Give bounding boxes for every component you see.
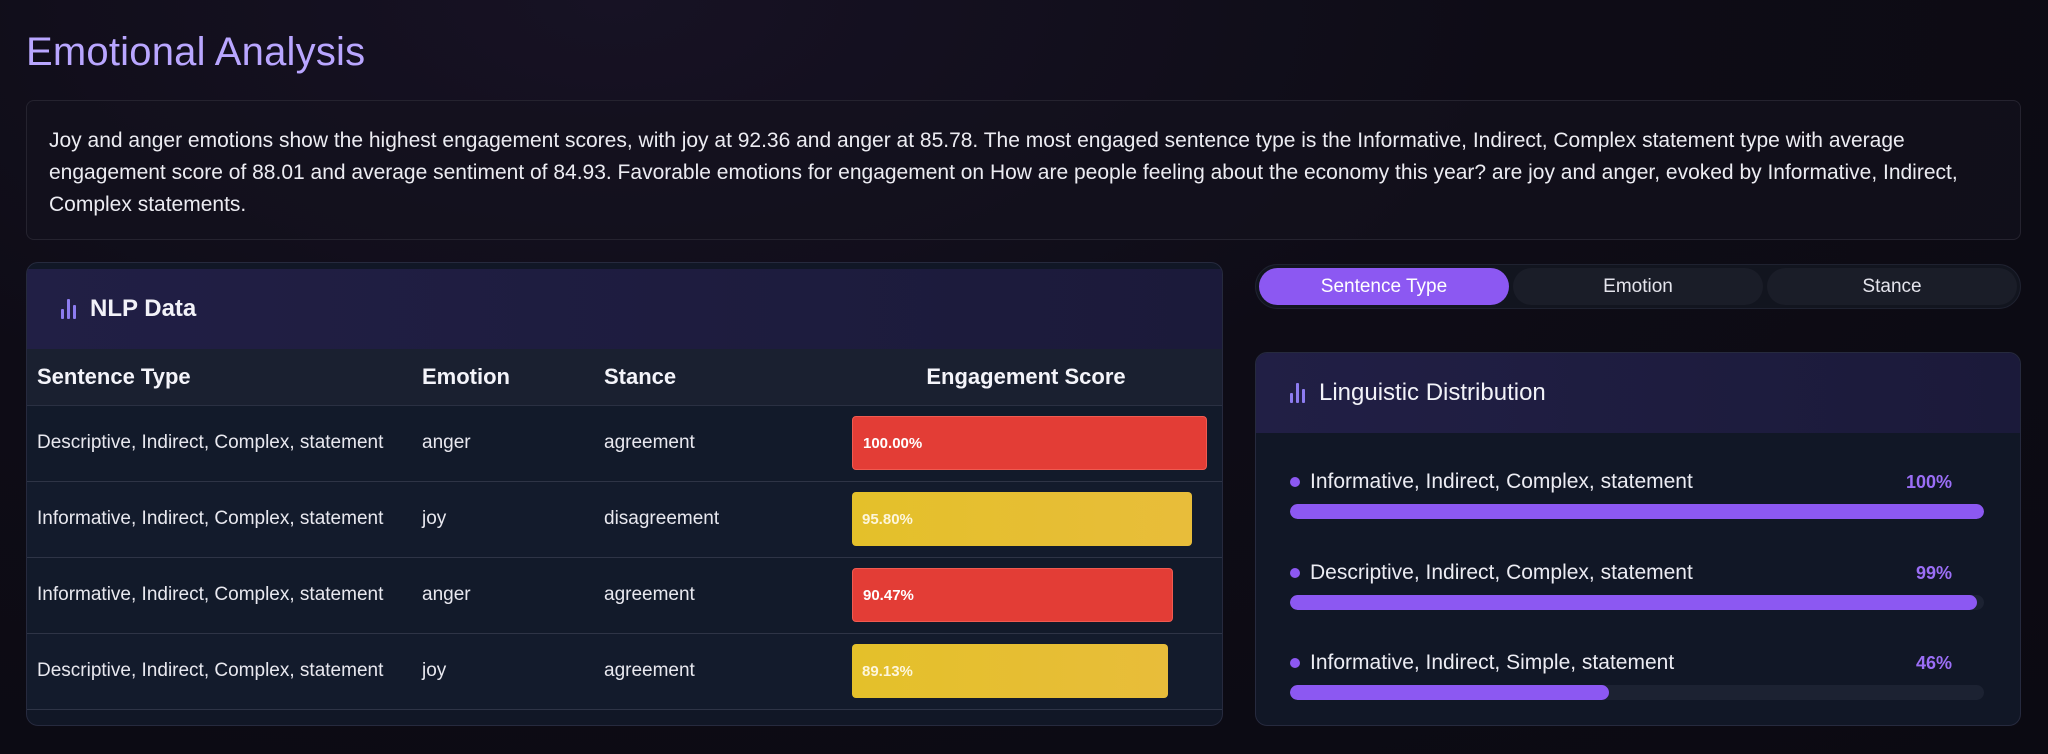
cell-sentence-type: Descriptive, Indirect, Complex, statemen… (27, 633, 412, 710)
engagement-score-bar: 100.00% (852, 416, 1207, 470)
column-header-sentence-type[interactable]: Sentence Type (27, 349, 412, 406)
table-row[interactable]: Descriptive, Indirect, Complex, statemen… (27, 405, 1222, 482)
column-header-engagement-score[interactable]: Engagement Score (830, 349, 1222, 406)
tab-stance[interactable]: Stance (1767, 268, 2017, 305)
cell-engagement-score: 95.80% (830, 481, 1222, 558)
engagement-score-bar: 90.47% (852, 568, 1173, 622)
bar-chart-icon (61, 299, 76, 319)
table-row[interactable]: Informative, Indirect, Complex, statemen… (27, 557, 1222, 634)
distribution-item-percent: 100% (1905, 471, 1952, 492)
distribution-progress-track (1290, 595, 1984, 610)
distribution-progress-fill (1290, 595, 1978, 610)
cell-emotion: anger (412, 557, 594, 634)
distribution-item-label-wrap: Informative, Indirect, Complex, statemen… (1290, 470, 1693, 494)
cell-emotion: anger (412, 405, 594, 482)
summary-text: Joy and anger emotions show the highest … (26, 100, 2021, 240)
cell-stance: agreement (594, 557, 830, 634)
distribution-item: Informative, Indirect, Simple, statement… (1290, 649, 1984, 700)
distribution-item-label: Descriptive, Indirect, Complex, statemen… (1310, 561, 1693, 584)
distribution-item-label-wrap: Informative, Indirect, Simple, statement (1290, 651, 1674, 675)
linguistic-distribution-title: Linguistic Distribution (1319, 379, 1546, 406)
cell-emotion: joy (412, 633, 594, 710)
distribution-progress-fill (1290, 685, 1610, 700)
nlp-data-title: NLP Data (90, 295, 197, 322)
linguistic-distribution-panel: Linguistic Distribution Informative, Ind… (1255, 352, 2021, 726)
distribution-progress-fill (1290, 504, 1984, 519)
table-row[interactable]: Informative, Indirect, Complex, statemen… (27, 481, 1222, 558)
cell-sentence-type: Descriptive, Indirect, Complex, statemen… (27, 405, 412, 482)
distribution-progress-track (1290, 504, 1984, 519)
distribution-progress-track (1290, 685, 1984, 700)
cell-sentence-type: Informative, Indirect, Complex, statemen… (27, 481, 412, 558)
tab-emotion[interactable]: Emotion (1513, 268, 1763, 305)
cell-engagement-score: 100.00% (830, 405, 1222, 482)
cell-engagement-score: 89.13% (830, 633, 1222, 710)
distribution-item: Descriptive, Indirect, Complex, statemen… (1290, 559, 1984, 610)
bullet-dot-icon (1290, 658, 1300, 668)
nlp-data-table: Sentence Type Emotion Stance Engagement … (27, 349, 1222, 710)
page-title: Emotional Analysis (26, 30, 366, 74)
cell-emotion: joy (412, 481, 594, 558)
table-row[interactable]: Descriptive, Indirect, Complex, statemen… (27, 633, 1222, 710)
column-header-emotion[interactable]: Emotion (412, 349, 594, 406)
distribution-item-label: Informative, Indirect, Simple, statement (1310, 651, 1675, 674)
table-header-row: Sentence Type Emotion Stance Engagement … (27, 349, 1222, 406)
bullet-dot-icon (1290, 477, 1300, 487)
bullet-dot-icon (1290, 568, 1300, 578)
cell-engagement-score: 90.47% (830, 557, 1222, 634)
distribution-item-percent: 46% (1915, 652, 1952, 673)
cell-sentence-type: Informative, Indirect, Complex, statemen… (27, 557, 412, 634)
cell-stance: agreement (594, 633, 830, 710)
cell-stance: agreement (594, 405, 830, 482)
nlp-data-header: NLP Data (27, 269, 1222, 349)
nlp-data-panel: NLP Data Sentence Type Emotion Stance En… (26, 262, 1223, 726)
bar-chart-icon (1290, 383, 1305, 403)
distribution-item-percent: 99% (1915, 562, 1952, 583)
linguistic-distribution-header: Linguistic Distribution (1256, 353, 2020, 433)
distribution-item-label: Informative, Indirect, Complex, statemen… (1310, 470, 1693, 493)
cell-stance: disagreement (594, 481, 830, 558)
distribution-tabs: Sentence Type Emotion Stance (1255, 264, 2021, 309)
distribution-item-label-wrap: Descriptive, Indirect, Complex, statemen… (1290, 561, 1693, 585)
engagement-score-bar: 95.80% (852, 492, 1192, 546)
distribution-item: Informative, Indirect, Complex, statemen… (1290, 468, 1984, 519)
tab-sentence-type[interactable]: Sentence Type (1259, 268, 1509, 305)
engagement-score-bar: 89.13% (852, 644, 1168, 698)
column-header-stance[interactable]: Stance (594, 349, 830, 406)
